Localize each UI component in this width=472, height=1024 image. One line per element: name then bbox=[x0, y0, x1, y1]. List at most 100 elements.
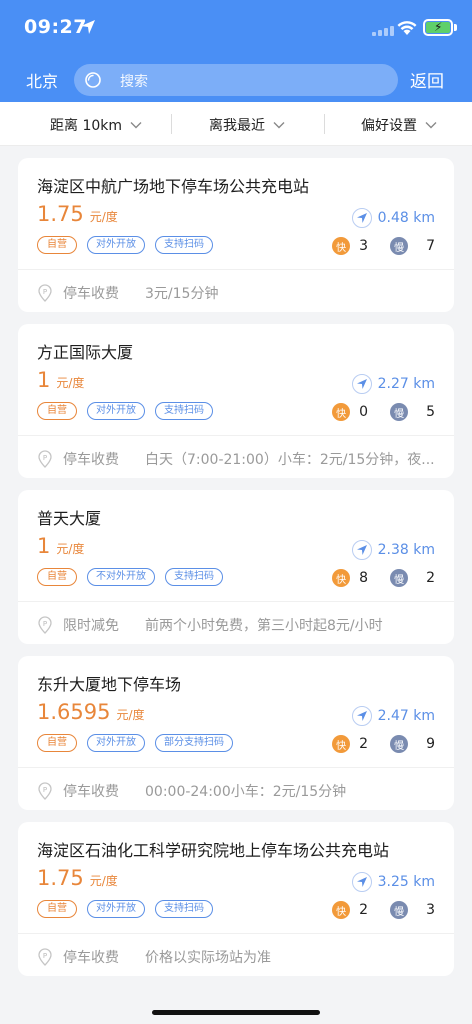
navigation-arrow-icon bbox=[351, 872, 372, 892]
city-selector[interactable]: 北京 bbox=[26, 68, 58, 92]
card-divider bbox=[18, 269, 454, 270]
filter-preferences[interactable]: 偏好设置 bbox=[361, 115, 437, 135]
slow-count: 5 bbox=[426, 404, 435, 420]
price-value: 1.6595 bbox=[37, 700, 111, 724]
parking-icon: P bbox=[38, 284, 52, 302]
station-card[interactable]: 海淀区中航广场地下停车场公共充电站 1.75 元/度 0.48 km 自营 对外… bbox=[18, 158, 454, 312]
station-price: 1 元/度 bbox=[37, 368, 84, 392]
price-unit: 元/度 bbox=[89, 874, 118, 888]
card-divider bbox=[18, 435, 454, 436]
station-name: 海淀区石油化工科学研究院地上停车场公共充电站 bbox=[37, 841, 390, 860]
station-name: 普天大厦 bbox=[37, 509, 102, 528]
station-card[interactable]: 方正国际大厦 1 元/度 2.27 km 自营 对外开放 支持扫码 快 0 慢 … bbox=[18, 324, 454, 478]
price-unit: 元/度 bbox=[116, 708, 145, 722]
wifi-icon bbox=[397, 21, 417, 35]
filter-divider bbox=[171, 114, 172, 134]
slow-charger-icon: 慢 bbox=[390, 569, 409, 587]
slow-charger-icon: 慢 bbox=[390, 901, 409, 919]
charger-counts: 快 2 慢 9 bbox=[332, 735, 435, 753]
home-indicator[interactable] bbox=[152, 1010, 320, 1015]
status-bar: 09:27 ⚡ bbox=[0, 0, 472, 56]
status-time: 09:27 bbox=[24, 16, 87, 38]
parking-label: 限时减免 bbox=[63, 618, 119, 634]
top-bar: 09:27 ⚡ 北京 搜索 返回 bbox=[0, 0, 472, 102]
location-arrow-icon bbox=[81, 20, 95, 34]
chevron-down-icon bbox=[425, 122, 437, 129]
card-divider bbox=[18, 767, 454, 768]
parking-label: 停车收费 bbox=[63, 452, 119, 468]
back-button[interactable]: 返回 bbox=[410, 67, 444, 92]
fast-count: 3 bbox=[359, 238, 369, 254]
parking-info: P 停车收费 3元/15分钟 bbox=[37, 283, 218, 303]
station-price: 1.75 元/度 bbox=[37, 866, 118, 890]
parking-info: P 停车收费 00:00-24:00小车：2元/15分钟 bbox=[37, 781, 346, 801]
svg-text:P: P bbox=[43, 952, 47, 960]
filter-divider bbox=[324, 114, 325, 134]
distance-value: 2.38 km bbox=[377, 542, 435, 558]
station-tags: 自营 对外开放 支持扫码 bbox=[37, 402, 213, 420]
navigation-arrow-icon bbox=[351, 374, 372, 394]
filter-preferences-label: 偏好设置 bbox=[361, 118, 417, 134]
filter-sort[interactable]: 离我最近 bbox=[209, 115, 285, 135]
slow-charger-icon: 慢 bbox=[390, 237, 409, 255]
parking-icon: P bbox=[38, 450, 52, 468]
charger-counts: 快 0 慢 5 bbox=[332, 403, 435, 421]
distance-value: 2.27 km bbox=[377, 376, 435, 392]
tag-access: 对外开放 bbox=[87, 236, 145, 254]
slow-charger-icon: 慢 bbox=[390, 403, 409, 421]
station-name: 方正国际大厦 bbox=[37, 343, 134, 362]
price-value: 1 bbox=[37, 368, 51, 392]
station-card[interactable]: 东升大厦地下停车场 1.6595 元/度 2.47 km 自营 对外开放 部分支… bbox=[18, 656, 454, 810]
distance-button[interactable]: 2.27 km bbox=[351, 374, 435, 394]
station-tags: 自营 对外开放 部分支持扫码 bbox=[37, 734, 233, 752]
parking-info: P 限时减免 前两个小时免费，第三小时起8元/小时 bbox=[37, 615, 383, 635]
filter-sort-label: 离我最近 bbox=[209, 118, 265, 134]
battery-icon: ⚡ bbox=[423, 19, 453, 36]
slow-count: 2 bbox=[426, 570, 435, 586]
cellular-signal-icon bbox=[372, 26, 394, 36]
card-divider bbox=[18, 601, 454, 602]
tag-access: 对外开放 bbox=[87, 900, 145, 918]
charger-counts: 快 8 慢 2 bbox=[332, 569, 435, 587]
parking-value: 价格以实际场站为准 bbox=[145, 950, 271, 966]
tag-scan: 支持扫码 bbox=[155, 900, 213, 918]
parking-value: 前两个小时免费，第三小时起8元/小时 bbox=[145, 618, 383, 634]
filter-distance-label: 距离 10km bbox=[50, 118, 123, 134]
tag-self-operated: 自营 bbox=[37, 900, 77, 918]
station-card[interactable]: 普天大厦 1 元/度 2.38 km 自营 不对外开放 支持扫码 快 8 慢 2… bbox=[18, 490, 454, 644]
charger-counts: 快 3 慢 7 bbox=[332, 237, 435, 255]
slow-count: 9 bbox=[426, 736, 435, 752]
price-unit: 元/度 bbox=[56, 542, 85, 556]
distance-button[interactable]: 2.47 km bbox=[351, 706, 435, 726]
distance-value: 0.48 km bbox=[377, 210, 435, 226]
fast-count: 8 bbox=[359, 570, 369, 586]
station-name: 东升大厦地下停车场 bbox=[37, 675, 182, 694]
search-icon bbox=[85, 72, 101, 88]
station-card[interactable]: 海淀区石油化工科学研究院地上停车场公共充电站 1.75 元/度 3.25 km … bbox=[18, 822, 454, 976]
distance-button[interactable]: 2.38 km bbox=[351, 540, 435, 560]
parking-value: 白天（7:00-21:00）小车：2元/15分钟，夜... bbox=[145, 452, 435, 468]
station-price: 1 元/度 bbox=[37, 534, 84, 558]
svg-text:P: P bbox=[43, 620, 47, 628]
price-value: 1.75 bbox=[37, 202, 84, 226]
chevron-down-icon bbox=[273, 122, 285, 129]
fast-charger-icon: 快 bbox=[332, 403, 351, 421]
fast-charger-icon: 快 bbox=[332, 237, 351, 255]
card-divider bbox=[18, 933, 454, 934]
tag-self-operated: 自营 bbox=[37, 734, 77, 752]
distance-button[interactable]: 0.48 km bbox=[351, 208, 435, 228]
search-placeholder: 搜索 bbox=[120, 74, 148, 90]
svg-text:P: P bbox=[43, 786, 47, 794]
filter-distance[interactable]: 距离 10km bbox=[50, 115, 142, 135]
distance-button[interactable]: 3.25 km bbox=[351, 872, 435, 892]
fast-count: 2 bbox=[359, 736, 369, 752]
search-input[interactable]: 搜索 bbox=[74, 64, 398, 96]
tag-scan: 支持扫码 bbox=[155, 402, 213, 420]
tag-scan: 支持扫码 bbox=[155, 236, 213, 254]
price-unit: 元/度 bbox=[89, 210, 118, 224]
slow-count: 3 bbox=[426, 902, 435, 918]
parking-icon: P bbox=[38, 948, 52, 966]
parking-label: 停车收费 bbox=[63, 784, 119, 800]
parking-value: 3元/15分钟 bbox=[145, 286, 219, 302]
fast-charger-icon: 快 bbox=[332, 901, 351, 919]
